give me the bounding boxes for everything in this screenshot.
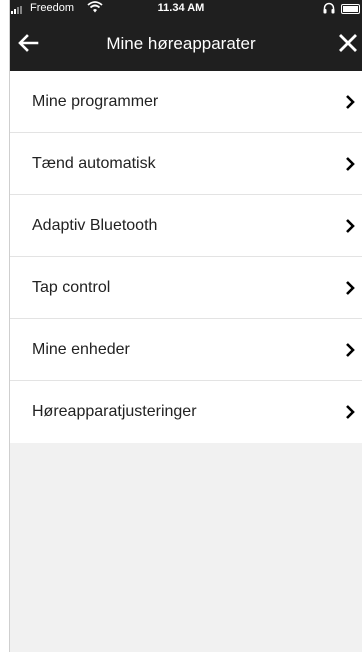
menu-item-mine-enheder[interactable]: Mine enheder xyxy=(0,319,362,381)
status-time: 11.34 AM xyxy=(157,2,205,14)
menu-item-label: Tænd automatisk xyxy=(32,154,156,172)
close-icon[interactable] xyxy=(338,33,358,53)
battery-icon xyxy=(341,4,360,14)
menu-item-tap-control[interactable]: Tap control xyxy=(0,257,362,319)
chevron-right-icon xyxy=(346,280,355,295)
chevron-right-icon xyxy=(346,218,355,233)
chevron-right-icon xyxy=(346,94,355,109)
menu-item-label: Mine enheder xyxy=(32,340,130,358)
menu-item-adaptiv-bluetooth[interactable]: Adaptiv Bluetooth xyxy=(0,195,362,257)
menu-item-hoereapparatjusteringer[interactable]: Høreapparatjusteringer xyxy=(0,381,362,443)
chevron-right-icon xyxy=(346,405,355,419)
chevron-right-icon xyxy=(346,342,355,357)
chevron-right-icon xyxy=(346,156,355,171)
app-header: Freedom 11.34 AM Mine høreapparater xyxy=(0,0,362,71)
menu-item-label: Mine programmer xyxy=(32,92,159,110)
menu-item-mine-programmer[interactable]: Mine programmer xyxy=(0,71,362,133)
menu-item-label: Adaptiv Bluetooth xyxy=(32,216,158,234)
settings-menu-list: Mine programmer Tænd automatisk Adaptiv … xyxy=(0,71,362,443)
left-edge-divider xyxy=(0,0,10,652)
page-title: Mine høreapparater xyxy=(106,34,256,53)
headphones-icon xyxy=(323,2,335,14)
menu-item-label: Høreapparatjusteringer xyxy=(32,403,197,420)
menu-item-taend-automatisk[interactable]: Tænd automatisk xyxy=(0,133,362,195)
menu-item-label: Tap control xyxy=(32,278,111,296)
status-bar: Freedom 11.34 AM xyxy=(0,0,362,18)
